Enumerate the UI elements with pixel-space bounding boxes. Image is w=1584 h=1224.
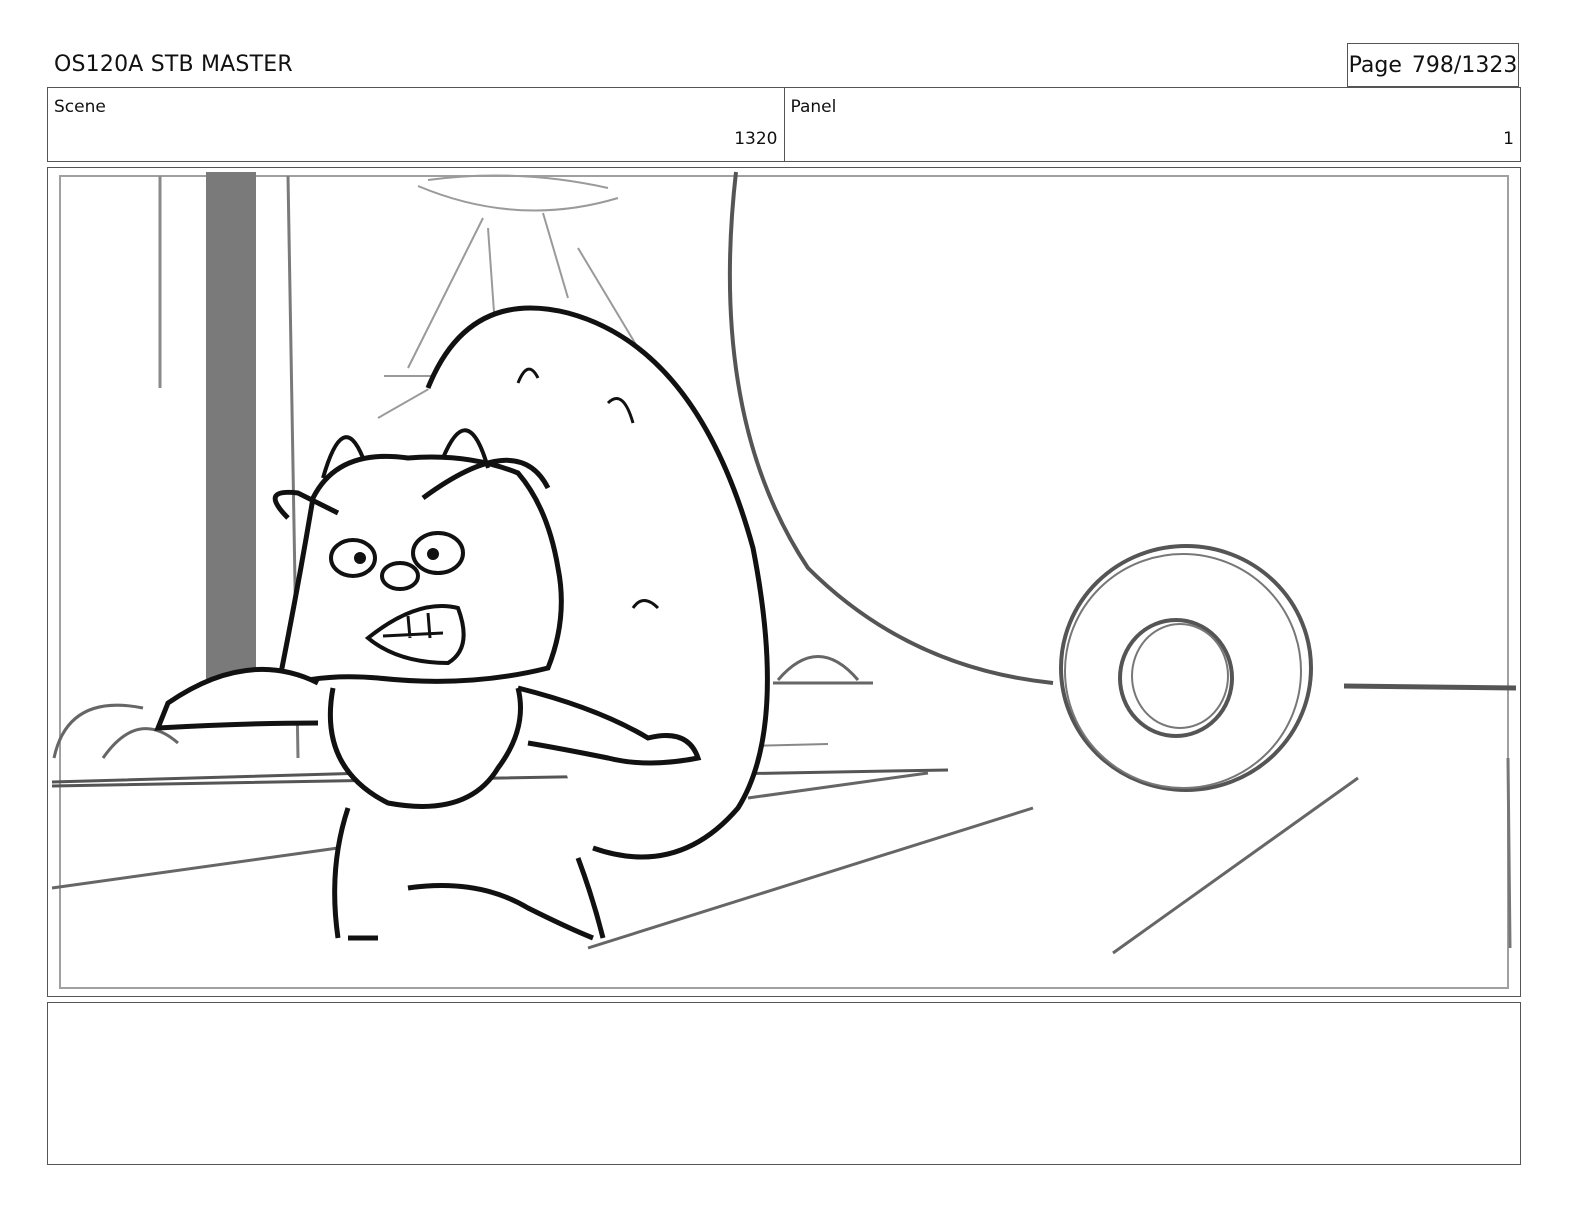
panel-inner-frame: [59, 175, 1509, 989]
ground-line-top: [51, 768, 949, 788]
character-pupil-right: [427, 548, 439, 560]
scene-label: Scene: [54, 97, 106, 117]
document-title: OS120A STB MASTER: [54, 52, 293, 77]
tree-trunk: [206, 172, 256, 700]
wheel-inner-2: [1131, 623, 1229, 729]
panel-cell: Panel 1: [783, 88, 1521, 161]
page-indicator: Page 798/1323: [1347, 43, 1519, 87]
wheel-inner: [1118, 618, 1234, 738]
character-arm-left: [154, 666, 320, 731]
page-label: Page: [1348, 52, 1402, 78]
character-legs: [332, 807, 606, 941]
horizon-right: [1343, 683, 1517, 691]
big-curve: [727, 171, 1054, 685]
notes-box: [47, 1002, 1521, 1165]
character-pupil-left: [354, 552, 366, 564]
panel-sketch: [51, 171, 1517, 989]
character-torso: [327, 687, 523, 809]
character-eye-left: [329, 538, 377, 578]
scene-cell: Scene 1320: [48, 88, 784, 161]
page-number: 798/1323: [1411, 52, 1518, 78]
ground-mound: [773, 655, 873, 685]
character-nose: [380, 561, 420, 591]
scene-panel-info: Scene 1320 Panel 1: [47, 87, 1521, 162]
panel-label: Panel: [790, 97, 837, 117]
right-edge-line: [1506, 757, 1512, 949]
left-bush: [52, 703, 179, 759]
panel-value: 1: [1503, 129, 1514, 149]
storyboard-panel: [47, 167, 1521, 997]
wheel-outer-2: [1064, 553, 1302, 789]
scene-value: 1320: [734, 129, 778, 149]
